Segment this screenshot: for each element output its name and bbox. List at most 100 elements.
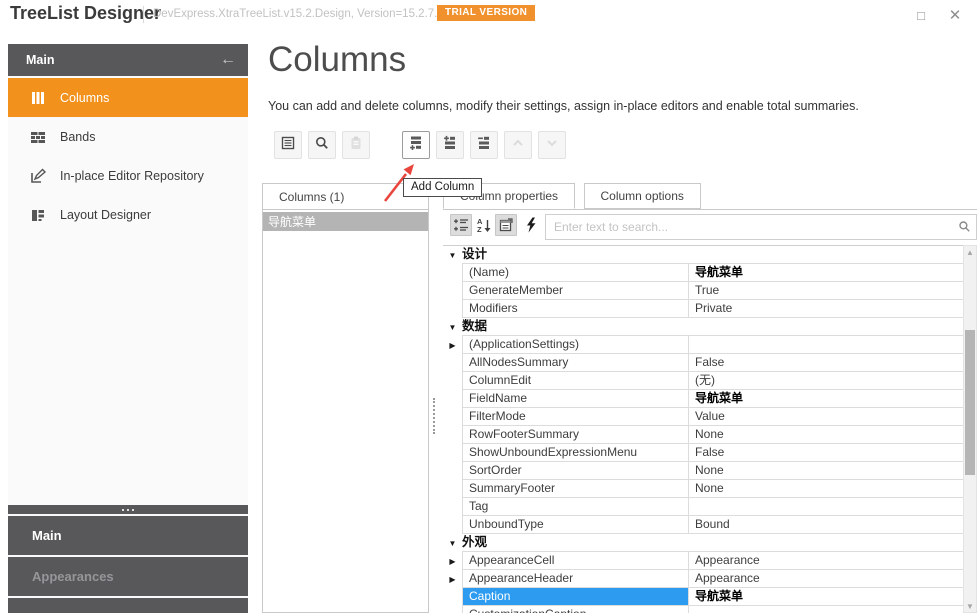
property-name[interactable]: ShowUnboundExpressionMenu — [462, 444, 688, 462]
category-name[interactable]: 设计 — [462, 246, 963, 264]
property-value[interactable]: Bound — [688, 516, 963, 534]
property-value[interactable]: Private — [688, 300, 963, 318]
sidebar-splitter[interactable] — [8, 505, 248, 514]
property-row[interactable]: Modifiers Private — [443, 300, 963, 318]
row-gutter — [443, 444, 462, 462]
property-row[interactable]: GenerateMember True — [443, 282, 963, 300]
property-name[interactable]: RowFooterSummary — [462, 426, 688, 444]
property-name[interactable]: SummaryFooter — [462, 480, 688, 498]
close-button[interactable]: ✕ — [942, 4, 968, 26]
expand-arrow-icon[interactable]: ▶ — [443, 570, 462, 588]
property-row[interactable]: Tag — [443, 498, 963, 516]
property-row[interactable]: ▶ AppearanceCell Appearance — [443, 552, 963, 570]
column-list-item[interactable]: 导航菜单 — [263, 212, 428, 231]
property-category-row[interactable]: ▼ 设计 — [443, 246, 963, 264]
property-value[interactable]: False — [688, 444, 963, 462]
property-row[interactable]: ColumnEdit (无) — [443, 372, 963, 390]
scroll-down-icon[interactable]: ▼ — [964, 600, 976, 612]
search-input[interactable] — [545, 214, 977, 240]
scrollbar-thumb[interactable] — [965, 330, 975, 475]
remove-column-button[interactable] — [470, 131, 498, 159]
property-value[interactable]: None — [688, 480, 963, 498]
property-grid-scrollbar[interactable]: ▲ ▼ — [963, 245, 977, 613]
list-button[interactable] — [274, 131, 302, 159]
property-category-row[interactable]: ▼ 数据 — [443, 318, 963, 336]
property-value[interactable]: True — [688, 282, 963, 300]
property-row[interactable]: Caption 导航菜单 — [443, 588, 963, 606]
property-row[interactable]: UnboundType Bound — [443, 516, 963, 534]
events-icon[interactable] — [520, 214, 542, 236]
expand-arrow-icon[interactable]: ▶ — [443, 552, 462, 570]
alphabetical-sort-icon[interactable]: AZ — [473, 214, 495, 236]
property-row[interactable]: RowFooterSummary None — [443, 426, 963, 444]
maximize-button[interactable]: □ — [908, 4, 934, 26]
property-name[interactable]: Caption — [462, 588, 688, 606]
sidebar-group-partial[interactable] — [8, 598, 248, 613]
tab-columns-label: Columns (1) — [279, 189, 345, 204]
property-value[interactable]: False — [688, 354, 963, 372]
property-row[interactable]: FilterMode Value — [443, 408, 963, 426]
property-value[interactable]: None — [688, 426, 963, 444]
sidebar-group-appearances[interactable]: Appearances — [8, 557, 248, 596]
category-name[interactable]: 数据 — [462, 318, 963, 336]
property-row[interactable]: CustomizationCaption — [443, 606, 963, 613]
sidebar-item-inplace-editor-repository[interactable]: In-place Editor Repository — [8, 156, 248, 195]
properties-panel: Column properties Column options AZ Ente… — [443, 183, 977, 613]
scroll-up-icon[interactable]: ▲ — [964, 246, 976, 258]
category-name[interactable]: 外观 — [462, 534, 963, 552]
property-row[interactable]: SummaryFooter None — [443, 480, 963, 498]
insert-column-icon — [442, 135, 458, 156]
tab-column-options[interactable]: Column options — [583, 183, 701, 209]
property-name[interactable]: CustomizationCaption — [462, 606, 688, 613]
property-row[interactable]: FieldName 导航菜单 — [443, 390, 963, 408]
property-row[interactable]: ▶ AppearanceHeader Appearance — [443, 570, 963, 588]
sidebar-item-layout-designer[interactable]: Layout Designer — [8, 195, 248, 234]
collapse-arrow-icon[interactable]: ▼ — [443, 246, 462, 264]
property-row[interactable]: AllNodesSummary False — [443, 354, 963, 372]
property-row[interactable]: ShowUnboundExpressionMenu False — [443, 444, 963, 462]
property-name[interactable]: FieldName — [462, 390, 688, 408]
property-value[interactable]: (无) — [688, 372, 963, 390]
property-name[interactable]: FilterMode — [462, 408, 688, 426]
property-category-row[interactable]: ▼ 外观 — [443, 534, 963, 552]
property-row[interactable]: (Name) 导航菜单 — [443, 264, 963, 282]
back-arrow-icon[interactable]: ← — [220, 51, 236, 69]
insert-column-button[interactable] — [436, 131, 464, 159]
property-name[interactable]: (ApplicationSettings) — [462, 336, 688, 354]
property-name[interactable]: SortOrder — [462, 462, 688, 480]
property-name[interactable]: ColumnEdit — [462, 372, 688, 390]
sidebar-item-columns[interactable]: Columns — [8, 78, 248, 117]
paste-button — [342, 131, 370, 159]
add-column-button[interactable] — [402, 131, 430, 159]
property-value[interactable] — [688, 498, 963, 516]
search-button[interactable] — [308, 131, 336, 159]
expand-arrow-icon[interactable]: ▶ — [443, 336, 462, 354]
property-value[interactable]: Appearance — [688, 552, 963, 570]
categorized-icon[interactable] — [450, 214, 472, 236]
sidebar-group-main[interactable]: Main — [8, 516, 248, 555]
property-value[interactable]: None — [688, 462, 963, 480]
property-row[interactable]: SortOrder None — [443, 462, 963, 480]
property-name[interactable]: AppearanceCell — [462, 552, 688, 570]
property-name[interactable]: Tag — [462, 498, 688, 516]
property-pages-icon[interactable] — [495, 214, 517, 236]
property-name[interactable]: Modifiers — [462, 300, 688, 318]
property-name[interactable]: AppearanceHeader — [462, 570, 688, 588]
property-name[interactable]: AllNodesSummary — [462, 354, 688, 372]
collapse-arrow-icon[interactable]: ▼ — [443, 318, 462, 336]
property-value[interactable]: Appearance — [688, 570, 963, 588]
sidebar-item-bands[interactable]: Bands — [8, 117, 248, 156]
collapse-arrow-icon[interactable]: ▼ — [443, 534, 462, 552]
property-name[interactable]: (Name) — [462, 264, 688, 282]
property-value[interactable]: Value — [688, 408, 963, 426]
property-name[interactable]: GenerateMember — [462, 282, 688, 300]
property-row[interactable]: ▶ (ApplicationSettings) — [443, 336, 963, 354]
property-value[interactable] — [688, 606, 963, 613]
property-value[interactable] — [688, 336, 963, 354]
search-icon — [958, 220, 971, 238]
property-name[interactable]: UnboundType — [462, 516, 688, 534]
property-value[interactable]: 导航菜单 — [688, 390, 963, 408]
panel-splitter[interactable] — [433, 398, 435, 434]
property-value[interactable]: 导航菜单 — [688, 264, 963, 282]
property-value[interactable]: 导航菜单 — [688, 588, 963, 606]
